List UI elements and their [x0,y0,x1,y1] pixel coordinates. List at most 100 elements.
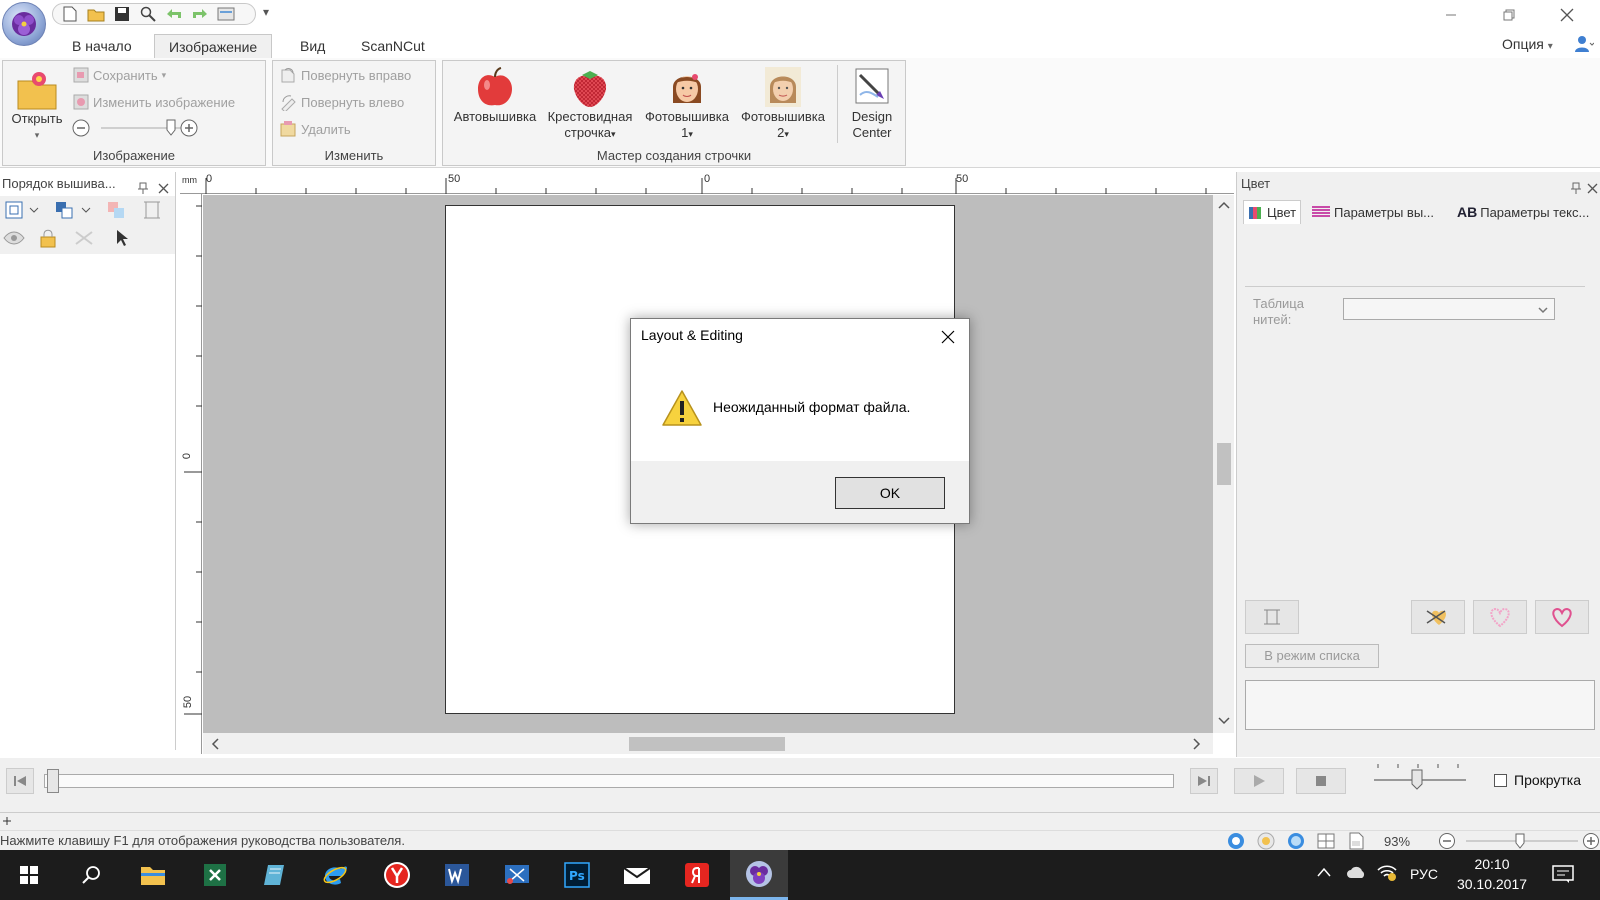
tray-onedrive-icon[interactable] [1346,864,1368,883]
stitch-progress-thumb[interactable] [47,769,59,793]
stitch-pattern-icon [1312,206,1330,217]
select-arrow-icon[interactable] [114,228,130,251]
cross-stitch-button[interactable]: Крестовидная строчка▾ [543,65,637,142]
go-to-end-button[interactable] [1190,768,1218,794]
taskbar-yandex[interactable] [668,850,726,900]
preview-icon[interactable] [215,5,237,23]
rotate-left-icon [281,95,296,111]
scroll-right-icon[interactable] [1193,738,1201,750]
color-info-box [1245,680,1595,730]
tab-sew-attributes[interactable]: Параметры вы... [1311,200,1434,224]
sewing-order-toolbar [0,196,175,254]
thread-table-select[interactable] [1343,298,1555,320]
speed-slider[interactable] [1370,762,1470,798]
scroll-left-icon[interactable] [211,738,219,750]
tray-show-hidden-icon[interactable] [1316,866,1332,881]
search-button[interactable] [62,850,120,900]
color-palette-icon [1249,206,1261,219]
fit-view-icon[interactable] [4,200,40,223]
color-sort-icon[interactable] [106,200,126,223]
open-folder-icon[interactable] [85,5,107,23]
taskbar-photoshop[interactable]: Ps [548,850,606,900]
zoom-slider[interactable] [1462,832,1582,850]
taskbar-word[interactable] [428,850,486,900]
taskbar-excel[interactable] [186,850,244,900]
delete-image-icon [280,121,296,137]
rotate-right-button[interactable]: Повернуть вправо [279,64,411,86]
redo-icon[interactable] [189,5,211,23]
close-panel-icon[interactable] [1587,178,1598,202]
option-menu[interactable]: Опция ▾ [1502,36,1553,52]
scroll-up-icon[interactable] [1218,201,1230,209]
photo-stitch-1-button[interactable]: Фотовышивка 1▾ [639,65,735,142]
new-file-icon[interactable] [59,5,81,23]
tray-network-icon[interactable] [1376,863,1398,884]
cut-heart-button[interactable] [1411,600,1465,634]
auto-punch-button[interactable]: Автовышивка [447,65,543,125]
tab-home[interactable]: В начало [58,34,146,58]
tray-time: 20:10 [1474,856,1510,872]
vertical-scrollbar[interactable] [1213,195,1234,733]
pin-panel-icon[interactable] [1571,178,1581,202]
tab-text-attributes[interactable]: AB Параметры текс... [1457,200,1589,224]
tray-clock[interactable]: 20:10 30.10.2017 [1448,854,1536,894]
spool-button[interactable] [1245,600,1299,634]
cut-icon[interactable] [72,228,96,251]
qat-customize-dropdown[interactable]: ▾ [263,5,269,19]
rotate-left-button[interactable]: Повернуть влево [279,91,404,113]
dialog-message: Неожиданный формат файла. [713,399,911,415]
open-label: Открыть [11,111,63,126]
horizontal-scrollbar[interactable] [203,733,1213,754]
save-label: Сохранить [93,67,158,83]
dialog-close-button[interactable] [935,325,961,349]
user-account-icon[interactable] [1574,34,1595,57]
tray-language[interactable]: РУС [1410,866,1438,882]
tab-color[interactable]: Цвет [1243,200,1302,224]
undo-icon[interactable] [163,5,185,23]
horizontal-scroll-thumb[interactable] [629,737,785,751]
application-menu-button[interactable] [2,2,46,46]
stitch-progress-slider[interactable] [44,769,1174,793]
tab-image[interactable]: Изображение [154,34,273,58]
zoom-icon[interactable] [137,5,159,23]
taskbar-yandex-browser[interactable] [368,850,426,900]
taskbar-notes-app[interactable] [246,850,304,900]
close-window-button[interactable] [1544,0,1590,30]
tab-scanncut[interactable]: ScanNCut [347,34,439,58]
minimize-button[interactable] [1428,0,1474,30]
play-button[interactable] [1234,768,1284,794]
spool-icon[interactable] [142,200,162,223]
lock-icon[interactable] [38,228,58,251]
save-icon[interactable] [111,5,133,23]
edit-image-button[interactable]: Изменить изображение [73,91,235,113]
scroll-down-icon[interactable] [1218,717,1230,725]
save-image-button[interactable]: Сохранить ▾ [73,64,166,86]
list-mode-button[interactable]: В режим списка [1245,644,1379,668]
scroll-checkbox[interactable] [1494,774,1507,787]
delete-button[interactable]: Удалить [279,118,351,140]
message-dialog: Layout & Editing Неожиданный формат файл… [630,318,970,524]
design-center-button[interactable]: Design Center [841,65,903,141]
restore-button[interactable] [1486,0,1532,30]
action-center-icon[interactable] [1552,864,1574,887]
taskbar-file-explorer[interactable] [124,850,182,900]
taskbar-internet-explorer[interactable] [306,850,364,900]
tab-view[interactable]: Вид [286,34,339,58]
taskbar-snipping-tool[interactable] [488,850,546,900]
stop-button[interactable] [1296,768,1346,794]
photo-stitch-2-button[interactable]: Фотовышивка 2▾ [735,65,831,142]
open-button[interactable]: Открыть ▾ [7,67,67,143]
ok-button[interactable]: OK [835,477,945,509]
heart-button[interactable] [1535,600,1589,634]
vertical-scroll-thumb[interactable] [1217,443,1231,485]
visibility-icon[interactable] [2,228,26,251]
expand-icon[interactable] [2,816,12,826]
image-transparency-slider[interactable] [71,117,201,139]
heart-icon [1552,607,1572,628]
group-objects-icon[interactable] [54,200,92,223]
taskbar-mail[interactable] [608,850,666,900]
go-to-start-button[interactable] [6,768,34,794]
outline-heart-button[interactable] [1473,600,1527,634]
start-button[interactable] [0,850,58,900]
taskbar-pe-design-active[interactable] [730,850,788,900]
